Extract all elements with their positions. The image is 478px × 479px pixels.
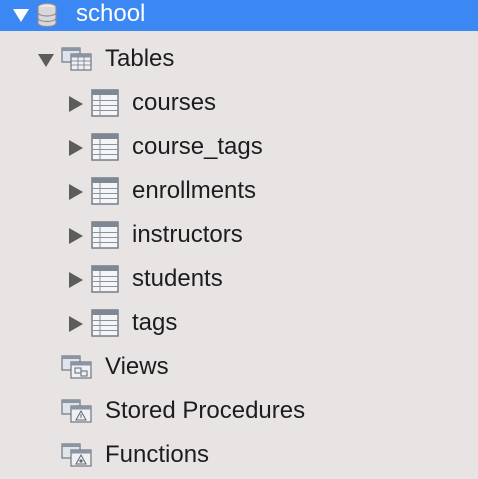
table-icon [91, 221, 119, 249]
tables-folder-row[interactable]: Tables [0, 37, 478, 81]
procedures-folder-label: Stored Procedures [105, 397, 306, 424]
functions-folder-label: Functions [105, 441, 210, 468]
functions-folder-row[interactable]: Functions [0, 433, 478, 477]
schema-name: school [76, 0, 146, 27]
disclosure-collapsed-icon[interactable] [69, 228, 83, 244]
disclosure-expanded-icon[interactable] [38, 54, 54, 67]
table-icon [91, 133, 119, 161]
functions-folder-icon [61, 443, 92, 467]
table-row[interactable]: enrollments [0, 169, 478, 213]
disclosure-collapsed-icon[interactable] [69, 184, 83, 200]
table-row[interactable]: tags [0, 301, 478, 345]
table-name: tags [132, 309, 178, 336]
table-icon [91, 265, 119, 293]
views-folder-label: Views [105, 353, 169, 380]
tables-folder-icon [61, 47, 92, 71]
table-name: instructors [132, 221, 243, 248]
table-icon [91, 89, 119, 117]
table-name: courses [132, 89, 217, 116]
tables-folder-label: Tables [105, 45, 175, 72]
procedures-folder-row[interactable]: Stored Procedures [0, 389, 478, 433]
disclosure-collapsed-icon[interactable] [69, 272, 83, 288]
table-row[interactable]: course_tags [0, 125, 478, 169]
disclosure-collapsed-icon[interactable] [69, 96, 83, 112]
table-name: students [132, 265, 223, 292]
table-row[interactable]: instructors [0, 213, 478, 257]
database-icon [37, 2, 57, 28]
table-icon [91, 177, 119, 205]
procedures-folder-icon [61, 399, 92, 423]
views-folder-row[interactable]: Views [0, 345, 478, 389]
views-folder-icon [61, 355, 92, 379]
table-icon [91, 309, 119, 337]
table-row[interactable]: students [0, 257, 478, 301]
table-row[interactable]: courses [0, 81, 478, 125]
disclosure-collapsed-icon[interactable] [69, 140, 83, 156]
schema-row-school[interactable]: school [0, 0, 478, 31]
table-name: course_tags [132, 133, 263, 160]
disclosure-expanded-icon[interactable] [13, 9, 29, 22]
table-name: enrollments [132, 177, 257, 204]
disclosure-collapsed-icon[interactable] [69, 316, 83, 332]
schema-tree: school Tables courses course_tags enroll… [0, 0, 478, 479]
